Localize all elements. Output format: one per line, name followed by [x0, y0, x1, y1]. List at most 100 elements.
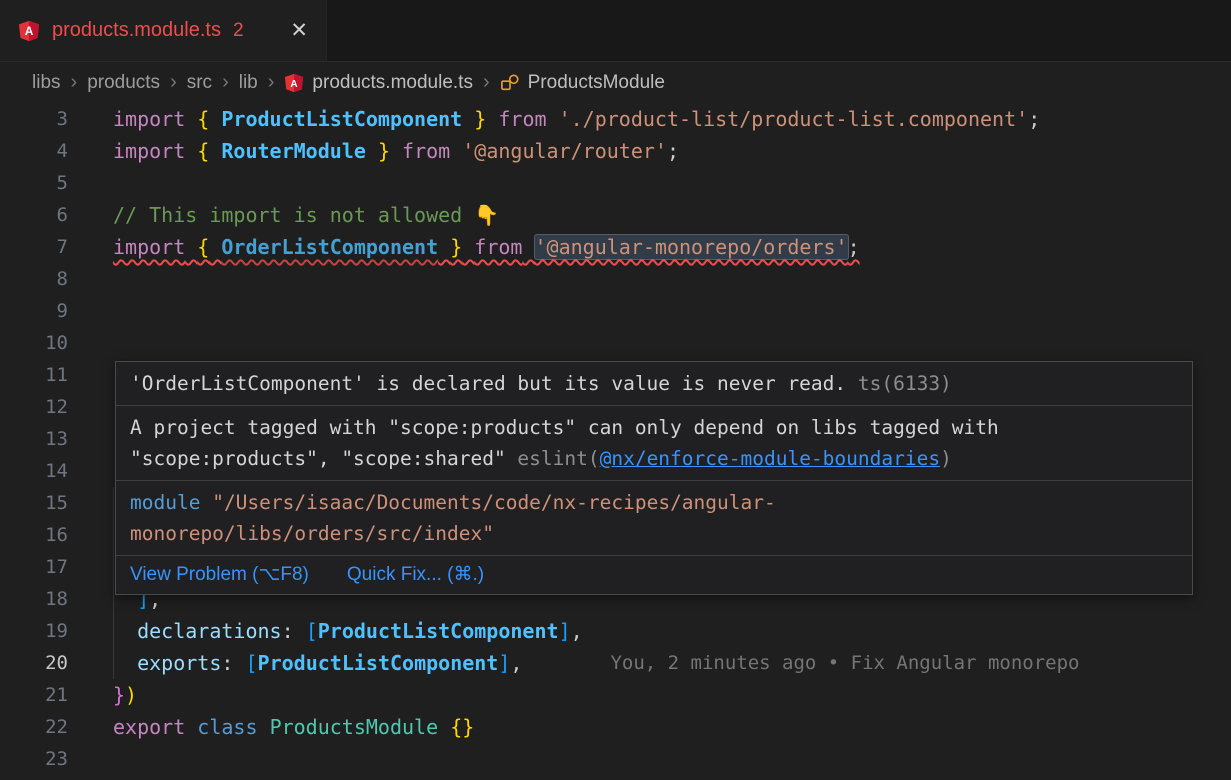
line-number: 13 — [0, 428, 68, 450]
hover-module-path: module "/Users/isaac/Documents/code/nx-r… — [116, 480, 1192, 555]
quick-fix-button[interactable]: Quick Fix... (⌘.) — [347, 563, 484, 587]
code-token: '@angular/router' — [462, 139, 667, 163]
line-number: 14 — [0, 460, 68, 482]
code-line-10[interactable]: 10 — [0, 327, 1231, 359]
code-token: OrderListComponent — [221, 235, 438, 259]
svg-text:A: A — [291, 78, 298, 89]
code-token — [185, 235, 197, 259]
code-token: } — [474, 107, 486, 131]
view-problem-button[interactable]: View Problem (⌥F8) — [130, 563, 309, 587]
code-token: } — [378, 139, 390, 163]
hover-diagnostic-message: 'OrderListComponent' is declared but its… — [116, 362, 1192, 405]
code-token: export — [113, 715, 185, 739]
code-line-23[interactable]: 23 — [0, 743, 1231, 775]
code-text: import { RouterModule } from '@angular/r… — [113, 139, 679, 163]
code-token: // This import is not allowed 👇 — [113, 203, 499, 227]
code-token: class — [197, 715, 257, 739]
hover-status-bar: View Problem (⌥F8) Quick Fix... (⌘.) — [116, 555, 1192, 594]
line-number: 10 — [0, 332, 68, 354]
code-token — [209, 107, 221, 131]
breadcrumb-separator: › — [268, 71, 275, 94]
breadcrumb-separator: › — [170, 71, 177, 94]
code-token: { — [197, 107, 209, 131]
line-number: 8 — [0, 268, 68, 290]
hover-text: ts(6133) — [846, 372, 952, 395]
breadcrumb-item-products[interactable]: products — [87, 72, 160, 94]
code-token: } — [450, 235, 462, 259]
line-number: 19 — [0, 620, 68, 642]
code-token: : — [282, 619, 294, 643]
code-token: [ — [306, 619, 318, 643]
code-line-7[interactable]: 7import { OrderListComponent } from '@an… — [0, 231, 1231, 263]
git-blame-annotation: You, 2 minutes ago • Fix Angular monorep… — [610, 652, 1079, 674]
code-token — [185, 715, 197, 739]
hover-diagnostics: 'OrderListComponent' is declared but its… — [116, 362, 1192, 555]
tab-close-icon[interactable]: ✕ — [290, 18, 308, 43]
code-token — [366, 139, 378, 163]
code-token: ProductListComponent — [221, 107, 462, 131]
breadcrumb-item-libs[interactable]: libs — [32, 72, 61, 94]
code-token — [438, 715, 450, 739]
code-token: ProductsModule — [270, 715, 439, 739]
code-token: ; — [1028, 107, 1040, 131]
class-symbol-icon — [500, 73, 520, 93]
code-text: declarations: [ProductListComponent], — [113, 619, 583, 643]
breadcrumb: libs›products›src›lib› A products.module… — [0, 62, 1231, 103]
code-token: ProductListComponent — [258, 651, 499, 675]
editor-pane[interactable]: 3 import { ProductListComponent } from '.… — [0, 103, 1231, 780]
code-token: './product-list/product-list.component' — [559, 107, 1029, 131]
code-line-6[interactable]: 6// This import is not allowed 👇 — [0, 199, 1231, 231]
breadcrumb-item-src[interactable]: src — [187, 72, 212, 94]
code-token — [438, 235, 450, 259]
hover-inner: module "/Users/isaac/Documents/code/nx-r… — [130, 487, 811, 549]
code-token: { — [450, 715, 462, 739]
code-token — [258, 715, 270, 739]
code-token: from — [498, 107, 546, 131]
eslint-rule-link[interactable]: @nx/enforce-module-boundaries — [600, 447, 940, 470]
code-token — [209, 235, 221, 259]
code-token: ] — [498, 651, 510, 675]
code-token — [185, 107, 197, 131]
line-number: 23 — [0, 748, 68, 770]
line-number: 7 — [0, 236, 68, 258]
code-token — [462, 107, 474, 131]
code-line-5[interactable]: 5 — [0, 167, 1231, 199]
code-line-9[interactable]: 9 — [0, 295, 1231, 327]
angular-file-icon: A — [18, 20, 40, 42]
breadcrumb-separator: › — [71, 71, 78, 94]
breadcrumb-item-file[interactable]: products.module.ts — [312, 72, 473, 94]
code-token — [462, 235, 474, 259]
code-line-21[interactable]: 21}) — [0, 679, 1231, 711]
code-token — [486, 107, 498, 131]
code-line-4[interactable]: 4import { RouterModule } from '@angular/… — [0, 135, 1231, 167]
code-line-19[interactable]: 19 declarations: [ProductListComponent], — [0, 615, 1231, 647]
tab-products-module[interactable]: A products.module.ts 2 ✕ — [0, 0, 327, 61]
line-number: 17 — [0, 556, 68, 578]
code-token: } — [113, 683, 125, 707]
code-token: [ — [245, 651, 257, 675]
tab-filename: products.module.ts — [52, 19, 221, 42]
line-number: 18 — [0, 588, 68, 610]
code-token: , — [510, 651, 522, 675]
code-token — [233, 651, 245, 675]
line-number: 3 — [0, 108, 68, 130]
line-number: 5 — [0, 172, 68, 194]
breadcrumb-item-lib[interactable]: lib — [239, 72, 258, 94]
code-text: }) — [113, 683, 137, 707]
code-token: RouterModule — [221, 139, 366, 163]
code-token: ; — [667, 139, 679, 163]
code-line-22[interactable]: 22export class ProductsModule {} — [0, 711, 1231, 743]
breadcrumb-item-symbol[interactable]: ProductsModule — [528, 72, 665, 94]
code-text: import { ProductListComponent } from './… — [113, 107, 1040, 131]
hover-text: ) — [940, 447, 952, 470]
breadcrumb-path: libs›products›src›lib› — [32, 71, 284, 94]
hover-popup: 'OrderListComponent' is declared but its… — [115, 361, 1193, 595]
line-number: 22 — [0, 716, 68, 738]
code-text: // This import is not allowed 👇 — [113, 203, 499, 227]
hover-diagnostic-message: A project tagged with "scope:products" c… — [116, 405, 1192, 480]
code-token: '@angular-monorepo/orders' — [535, 235, 848, 259]
line-number: 16 — [0, 524, 68, 546]
code-line-8[interactable]: 8 — [0, 263, 1231, 295]
code-line-3[interactable]: 3 import { ProductListComponent } from '.… — [0, 103, 1231, 135]
code-line-20[interactable]: 20 exports: [ProductListComponent],You, … — [0, 647, 1231, 679]
